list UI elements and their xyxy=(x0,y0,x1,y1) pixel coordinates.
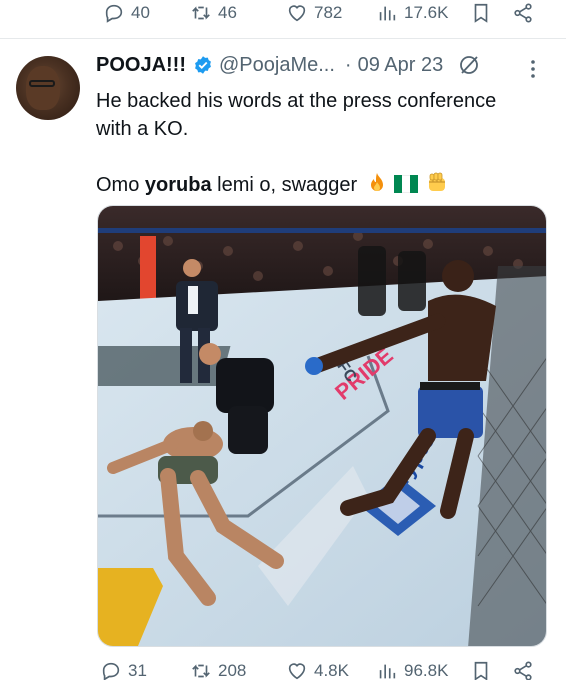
like-button[interactable]: 4.8K xyxy=(286,660,349,680)
like-count: 4.8K xyxy=(314,661,349,680)
heart-icon xyxy=(288,5,306,22)
reply-button[interactable]: 31 xyxy=(100,660,147,680)
retweet-count: 208 xyxy=(218,661,247,680)
nigeria-flag-icon xyxy=(394,173,419,193)
share-button[interactable] xyxy=(512,2,534,24)
ufc-octagon-image: crypto.com PRIDE UFC xyxy=(98,206,546,646)
more-options-icon[interactable] xyxy=(527,57,539,81)
avatar[interactable] xyxy=(16,56,80,120)
reply-button[interactable]: 40 xyxy=(103,2,150,24)
share-button[interactable] xyxy=(512,660,534,680)
tweet-header: POOJA!!! @PoojaMe... · 09 Apr 23 xyxy=(96,53,481,77)
share-icon xyxy=(514,3,532,23)
tweet-text-line-2: with a KO. xyxy=(96,118,189,140)
reply-icon xyxy=(105,4,123,23)
fist-emoji-icon xyxy=(428,172,445,191)
retweet-icon xyxy=(192,6,210,20)
retweet-icon xyxy=(192,664,210,678)
author-name[interactable]: POOJA!!! xyxy=(96,54,186,77)
reply-count: 40 xyxy=(131,3,150,22)
tweet-text-part: lemi o, swagger xyxy=(211,174,358,196)
bookmark-button[interactable] xyxy=(470,660,492,680)
tweet[interactable]: POOJA!!! @PoojaMe... · 09 Apr 23 He back… xyxy=(0,39,566,649)
retweet-count: 46 xyxy=(218,3,237,22)
views-icon xyxy=(379,6,396,21)
bookmark-icon xyxy=(474,661,488,680)
views-count: 96.8K xyxy=(404,661,449,680)
views-icon xyxy=(379,664,396,679)
tweet-text-line-3: Omo yoruba lemi o, swagger xyxy=(96,171,448,199)
tweet-photo[interactable]: crypto.com PRIDE UFC xyxy=(97,205,547,647)
like-button[interactable]: 782 xyxy=(286,2,342,24)
verified-badge-icon xyxy=(195,56,211,74)
retweet-button[interactable]: 208 xyxy=(190,660,246,680)
bookmark-button[interactable] xyxy=(470,2,492,24)
separator-dot: · xyxy=(344,53,352,76)
views-button[interactable]: 17.6K xyxy=(376,2,448,24)
views-count: 17.6K xyxy=(404,3,449,22)
grok-icon[interactable] xyxy=(457,53,481,77)
tweet-text-part: Omo xyxy=(96,174,145,196)
tweet-text-bold: yoruba xyxy=(144,174,212,196)
heart-icon xyxy=(288,663,306,680)
bookmark-icon xyxy=(474,3,488,23)
tweet-text-line-1: He backed his words at the press confere… xyxy=(96,90,497,112)
reply-count: 31 xyxy=(128,661,147,680)
reply-icon xyxy=(102,662,120,680)
tweet-date[interactable]: 09 Apr 23 xyxy=(358,54,444,77)
share-icon xyxy=(514,661,532,680)
retweet-button[interactable]: 46 xyxy=(190,2,237,24)
like-count: 782 xyxy=(314,3,343,22)
views-button[interactable]: 96.8K xyxy=(376,660,448,680)
bottom-action-bar: 31 208 4.8K 96.8K xyxy=(0,656,566,680)
author-handle[interactable]: @PoojaMe... xyxy=(219,54,335,77)
fire-emoji-icon xyxy=(370,173,383,191)
top-action-bar: 40 46 782 17.6K xyxy=(0,0,566,28)
